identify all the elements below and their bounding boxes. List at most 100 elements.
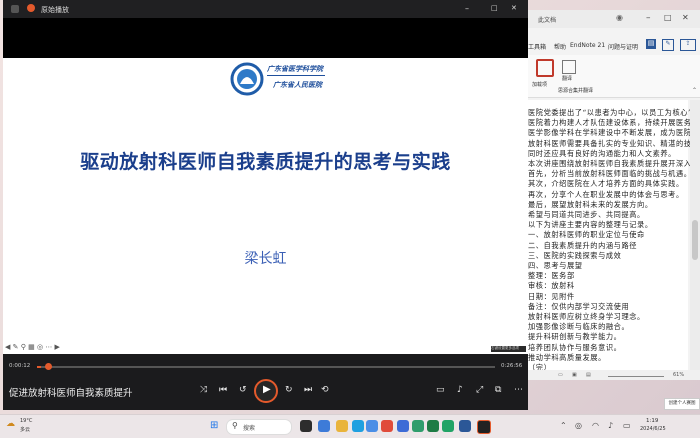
- slide-nav-toolbar: ◀ ✎ ⚲ ▦ ◎ ⋯ ▶: [5, 343, 60, 351]
- shuffle-icon[interactable]: ⤨: [200, 385, 207, 395]
- document-line: 同时还应具有良好的沟通能力和人文素养。: [528, 148, 676, 158]
- seek-handle[interactable]: [44, 363, 52, 370]
- search-box[interactable]: ⚲ 搜索: [226, 419, 292, 435]
- player-titlebar: 原始播放 – □ ✕: [3, 0, 528, 18]
- tooltip: 右键设置更多选项: [491, 346, 526, 352]
- document-line: 推动学科高质量发展。: [528, 352, 606, 362]
- start-icon[interactable]: ⊞: [210, 420, 218, 431]
- document-line: 审核：放射科: [528, 281, 575, 291]
- app-icon-red[interactable]: [381, 420, 393, 432]
- vertical-scrollbar[interactable]: [690, 100, 700, 370]
- print-layout-icon[interactable]: ▤: [586, 372, 591, 378]
- pointer-icon[interactable]: ◎: [37, 343, 43, 351]
- repeat-icon[interactable]: ⟲: [321, 385, 329, 395]
- document-line: 其次，介绍医院在人才培养方面的具体实践。: [528, 179, 684, 189]
- presentation-slide[interactable]: 广东省医学科学院 广东省人民医院 驱动放射科医师自我素质提升的思考与实践 梁长虹…: [3, 58, 528, 354]
- translate-icon[interactable]: [562, 60, 576, 74]
- rewind-icon[interactable]: ↺: [239, 385, 247, 395]
- play-button[interactable]: ▶: [254, 379, 278, 403]
- ribbon-collapse-icon[interactable]: ⌃: [692, 87, 697, 94]
- clock-time[interactable]: 1:19: [646, 418, 658, 424]
- seek-bar[interactable]: [37, 363, 495, 370]
- comment-icon[interactable]: ▤: [646, 39, 656, 49]
- battery-icon[interactable]: ▭: [623, 421, 631, 430]
- document-line: 再次，分享个人在职业发展中的体会与思考。: [528, 189, 684, 199]
- document-line: 放射科医师需要具备扎实的专业知识、精湛的技术水平。: [528, 138, 700, 148]
- scroll-thumb[interactable]: [692, 220, 698, 260]
- tab-endnote[interactable]: EndNote 21: [570, 42, 605, 49]
- previous-icon[interactable]: ⏮: [219, 385, 227, 395]
- user-icon[interactable]: ◉: [616, 13, 623, 22]
- word-icon[interactable]: [459, 420, 471, 432]
- media-player-icon[interactable]: [477, 420, 491, 434]
- clock-date[interactable]: 2024/6/25: [640, 426, 666, 432]
- file-explorer-icon[interactable]: [336, 420, 348, 432]
- widget-icon[interactable]: [318, 420, 330, 432]
- minimize-icon[interactable]: –: [465, 4, 469, 13]
- document-line: 二、自我素质提升的内涵与路径: [528, 240, 638, 250]
- tab-question[interactable]: 问题与证明: [608, 42, 638, 51]
- subtitles-icon[interactable]: ▭: [436, 385, 445, 395]
- read-mode-icon[interactable]: ▣: [572, 372, 577, 378]
- wifi-icon[interactable]: ◠: [592, 421, 599, 430]
- network-icon[interactable]: ◎: [575, 421, 582, 430]
- weather-desc[interactable]: 多云: [20, 426, 30, 433]
- addins-icon[interactable]: [536, 59, 554, 77]
- close-icon[interactable]: ✕: [682, 13, 689, 22]
- more-icon[interactable]: ⋯: [514, 385, 523, 395]
- volume-icon[interactable]: ♪: [457, 385, 463, 395]
- grid-view-icon[interactable]: ▦: [28, 343, 35, 351]
- document-line: 本次讲座围绕放射科医师自我素质提升展开深入探讨。: [528, 159, 700, 168]
- document-line: 三、医院的实践探索与成效: [528, 250, 622, 260]
- slide-author: 梁长虹: [244, 251, 287, 267]
- document-line: 加强影像诊断与临床的融合。: [528, 322, 630, 332]
- word-titlebar: 此文档 ◉ – □ ✕: [528, 10, 700, 28]
- forward-icon[interactable]: ↻: [285, 385, 293, 395]
- excel-icon[interactable]: [427, 420, 439, 432]
- wechat-icon[interactable]: [412, 420, 424, 432]
- logo-line-2: 广东省人民医院: [273, 80, 322, 89]
- next-icon[interactable]: ⏭: [304, 385, 312, 395]
- app-icon-blue[interactable]: [397, 420, 409, 432]
- tab-toolbox[interactable]: 工具箱: [528, 42, 546, 51]
- logo-divider: [267, 75, 325, 76]
- video-top-area: [3, 18, 528, 58]
- tray-chevron-icon[interactable]: ⌃: [560, 421, 567, 430]
- more-options-icon[interactable]: ⋯: [45, 343, 52, 351]
- weather-temp[interactable]: 19°C: [20, 418, 32, 424]
- edge-icon[interactable]: [352, 420, 364, 432]
- weather-icon[interactable]: ☁: [6, 419, 15, 429]
- prev-slide-icon[interactable]: ◀: [5, 343, 10, 351]
- taskbar: ☁ 19°C 多云 ⊞ ⚲ 搜索 ⌃ ◎ ◠ ♪ ▭ 1:19 2024/6/2…: [0, 414, 700, 438]
- maximize-icon[interactable]: □: [491, 4, 498, 12]
- task-view-icon[interactable]: [300, 420, 312, 432]
- share-icon[interactable]: ⇪: [680, 39, 696, 51]
- time-total: 0:26:56: [501, 363, 523, 369]
- zoom-level[interactable]: 61%: [673, 372, 684, 378]
- document-line: 医院党委提出了“以患者为中心，以员工为核心”的理念。: [528, 108, 700, 117]
- maximize-icon[interactable]: □: [664, 13, 672, 22]
- pen-icon[interactable]: ✎: [13, 343, 19, 351]
- document-line: 四、思考与展望: [528, 261, 583, 270]
- fullscreen-icon[interactable]: ⤢: [476, 385, 483, 395]
- close-icon[interactable]: ✕: [511, 4, 517, 12]
- edit-mode-icon[interactable]: ✎: [662, 39, 674, 51]
- focus-icon[interactable]: ▭: [558, 372, 563, 378]
- addins-label: 加载项: [532, 82, 548, 88]
- store-icon[interactable]: [366, 420, 378, 432]
- zoom-icon[interactable]: ⚲: [21, 343, 26, 351]
- app-icon-green[interactable]: [442, 420, 454, 432]
- speaker-icon[interactable]: ♪: [608, 421, 613, 430]
- miniplayer-icon[interactable]: ⧉: [495, 385, 501, 395]
- document-line: 一、放射科医师的职业定位与使命: [528, 230, 645, 240]
- next-slide-icon[interactable]: ▶: [55, 343, 60, 351]
- zoom-slider[interactable]: [608, 376, 664, 377]
- document-page[interactable]: 医院党委提出了“以患者为中心，以员工为核心”的理念。医院着力构建人才队伍建设体系…: [528, 100, 700, 372]
- search-placeholder: 搜索: [243, 425, 256, 432]
- document-line: 以下为讲座主要内容的整理与记录。: [528, 220, 653, 230]
- minimize-icon[interactable]: –: [646, 13, 651, 23]
- ribbon: 加载项 翻译 思源合集并翻译 ⌃: [528, 55, 700, 98]
- tab-help[interactable]: 帮助: [554, 42, 566, 51]
- search-icon: ⚲: [232, 421, 238, 430]
- play-icon: ▶: [263, 384, 271, 395]
